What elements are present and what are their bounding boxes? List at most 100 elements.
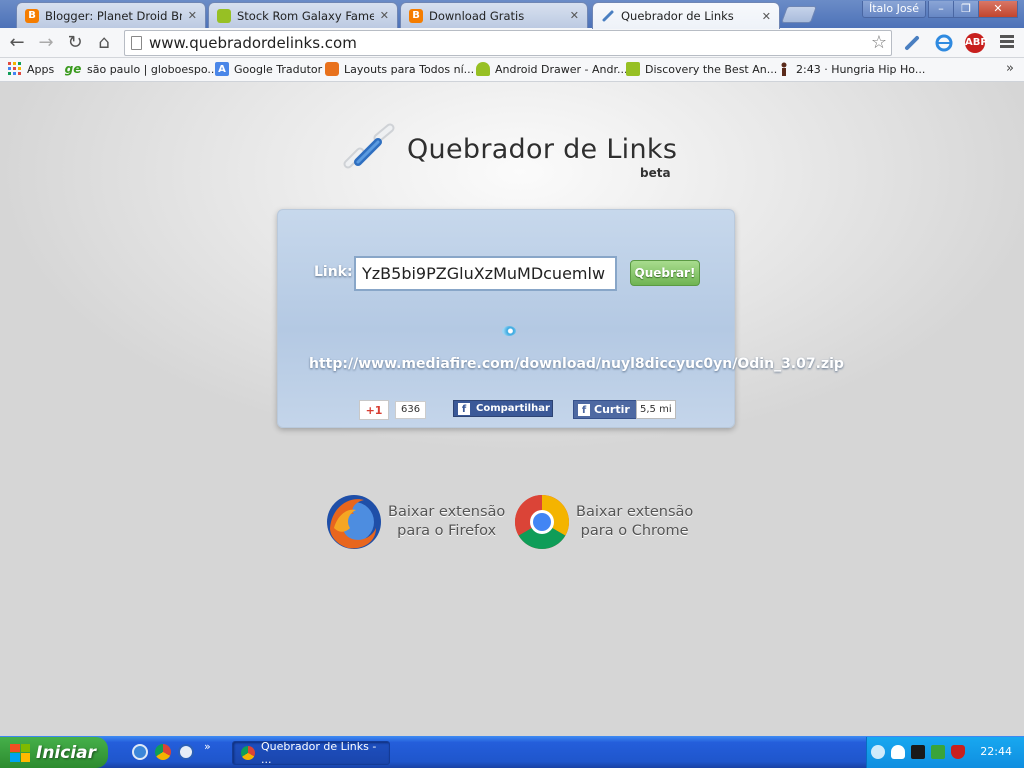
address-bar[interactable]: www.quebradordelinks.com ☆	[124, 30, 892, 56]
loading-spinner-icon	[502, 326, 516, 336]
new-tab-button[interactable]	[780, 6, 818, 23]
bookmark-label: 2:43 · Hungria Hip Ho...	[796, 62, 926, 76]
maximize-button[interactable]: ❐	[953, 1, 979, 18]
bookmark-label: Discovery the Best An...	[645, 62, 778, 76]
tab-quebrador-de-links[interactable]: Quebrador de Links ✕	[592, 2, 780, 29]
firefox-line-1: Baixar extensão	[388, 504, 506, 520]
link-extension-icon[interactable]	[902, 33, 922, 53]
bookmark-layouts[interactable]: Layouts para Todos ní...	[325, 62, 474, 76]
site-logo[interactable]: Quebrador de Links beta	[338, 120, 688, 184]
bookmarks-bar: Apps ge são paulo | globoespo... A Googl…	[0, 58, 1024, 82]
chrome-extension-text: Baixar extensão para o Chrome	[576, 503, 693, 541]
tab-close-icon[interactable]: ✕	[570, 9, 579, 22]
tab-close-icon[interactable]: ✕	[380, 9, 389, 22]
chrome-quicklaunch-icon[interactable]	[155, 744, 171, 760]
facebook-icon: f	[458, 402, 470, 415]
chrome-menu-icon[interactable]	[1000, 35, 1014, 50]
network-icon[interactable]	[911, 745, 925, 759]
tab-label: Stock Rom Galaxy Fame (GT	[237, 8, 374, 23]
android-icon	[476, 62, 490, 76]
bookmark-apps[interactable]: Apps	[8, 62, 54, 76]
result-url-link[interactable]: http://www.mediafire.com/download/nuyl8d…	[309, 356, 849, 372]
quicklaunch-overflow-button[interactable]: »	[204, 740, 211, 753]
browser-tab-strip: B Blogger: Planet Droid Brasil - ✕ Stock…	[0, 0, 1024, 29]
chrome-extension-link[interactable]: Baixar extensão para o Chrome	[512, 492, 693, 552]
link-input[interactable]	[354, 256, 617, 291]
bookmarks-overflow-button[interactable]: »	[1006, 61, 1014, 76]
bookmark-label: são paulo | globoespo...	[87, 62, 218, 76]
broken-chain-icon	[343, 123, 395, 169]
firefox-line-2: para o Firefox	[397, 523, 497, 539]
facebook-like-button[interactable]: f Curtir	[573, 400, 637, 419]
windows-taskbar: Iniciar » Quebrador de Links - ... 22:44	[0, 736, 1024, 768]
close-window-button[interactable]: ✕	[978, 1, 1018, 18]
break-link-button[interactable]: Quebrar!	[630, 260, 700, 286]
forward-button[interactable]: →	[35, 32, 57, 54]
chrome-icon	[241, 746, 255, 760]
ie-quicklaunch-icon[interactable]	[132, 744, 148, 760]
tab-download-gratis[interactable]: B Download Gratis ✕	[400, 2, 588, 28]
logo-title: Quebrador de Links	[407, 134, 678, 165]
apps-grid-icon	[8, 62, 22, 76]
blogger-icon: B	[409, 8, 423, 23]
taskbar-item-quebrador[interactable]: Quebrador de Links - ...	[232, 740, 390, 766]
bookmark-globoesporte[interactable]: ge são paulo | globoespo...	[64, 62, 218, 76]
bookmark-hungria[interactable]: 2:43 · Hungria Hip Ho...	[777, 62, 925, 76]
system-tray: 22:44	[866, 737, 1024, 768]
start-label: Iniciar	[36, 742, 97, 763]
taskbar-item-label: Quebrador de Links - ...	[261, 740, 377, 766]
utorrent-icon[interactable]	[931, 745, 945, 759]
start-button[interactable]: Iniciar	[0, 737, 108, 768]
like-label: Curtir	[594, 403, 630, 416]
bookmark-label: Google Tradutor	[234, 62, 323, 76]
minimize-button[interactable]: –	[928, 1, 954, 18]
notification-bell-icon[interactable]	[891, 745, 905, 759]
page-icon	[131, 36, 142, 50]
browser-toolbar: ← → ↻ ⌂ www.quebradordelinks.com ☆ ABP	[0, 28, 1024, 58]
facebook-like-count: 5,5 mi	[636, 400, 676, 419]
google-plus-count: 636	[395, 401, 427, 419]
bookmark-label: Android Drawer - Andr...	[495, 62, 628, 76]
tab-stock-rom[interactable]: Stock Rom Galaxy Fame (GT ✕	[208, 2, 398, 28]
clock[interactable]: 22:44	[980, 745, 1012, 758]
adblock-plus-icon[interactable]: ABP	[965, 33, 988, 53]
facebook-icon: f	[578, 403, 590, 416]
chrome-line-1: Baixar extensão	[576, 504, 694, 520]
android-icon	[217, 8, 231, 23]
firefox-extension-text: Baixar extensão para o Firefox	[388, 503, 505, 541]
google-plus-widget: +1 636	[359, 400, 427, 420]
screen: B Blogger: Planet Droid Brasil - ✕ Stock…	[0, 0, 1024, 768]
bookmark-google-tradutor[interactable]: A Google Tradutor	[215, 62, 322, 76]
security-shield-icon[interactable]	[951, 745, 965, 759]
tab-label: Download Gratis	[429, 8, 525, 23]
firefox-icon	[327, 495, 381, 549]
tray-expand-icon[interactable]	[871, 745, 885, 759]
reload-button[interactable]: ↻	[64, 32, 86, 54]
tab-close-icon[interactable]: ✕	[762, 10, 771, 23]
translate-icon: A	[215, 62, 229, 76]
tab-blogger-planet-droid[interactable]: B Blogger: Planet Droid Brasil - ✕	[16, 2, 206, 28]
chrome-icon	[514, 495, 570, 550]
bookmark-star-icon[interactable]: ☆	[871, 32, 887, 53]
facebook-share-button[interactable]: f Compartilhar	[453, 400, 553, 417]
tab-close-icon[interactable]: ✕	[188, 9, 197, 22]
back-button[interactable]: ←	[6, 32, 28, 54]
bookmark-label: Apps	[27, 62, 55, 76]
bookmark-discovery[interactable]: Discovery the Best An...	[626, 62, 777, 76]
link-icon	[601, 9, 615, 23]
person-icon	[777, 62, 791, 76]
firefox-extension-link[interactable]: Baixar extensão para o Firefox	[324, 492, 505, 552]
share-label: Compartilhar	[476, 403, 550, 414]
logo-beta-badge: beta	[640, 166, 671, 180]
home-button[interactable]: ⌂	[93, 32, 115, 54]
user-profile-button[interactable]: Ítalo José	[862, 1, 927, 18]
media-player-quicklaunch-icon[interactable]	[178, 744, 194, 760]
bookmark-android-drawer[interactable]: Android Drawer - Andr...	[476, 62, 628, 76]
google-plus-button[interactable]: +1	[359, 400, 389, 420]
url-text[interactable]: www.quebradordelinks.com	[149, 34, 357, 52]
android-icon	[626, 62, 640, 76]
tab-label: Quebrador de Links	[621, 9, 734, 23]
sync-extension-icon[interactable]	[934, 33, 954, 53]
bookmark-label: Layouts para Todos ní...	[344, 62, 475, 76]
tab-label: Blogger: Planet Droid Brasil -	[45, 8, 182, 23]
